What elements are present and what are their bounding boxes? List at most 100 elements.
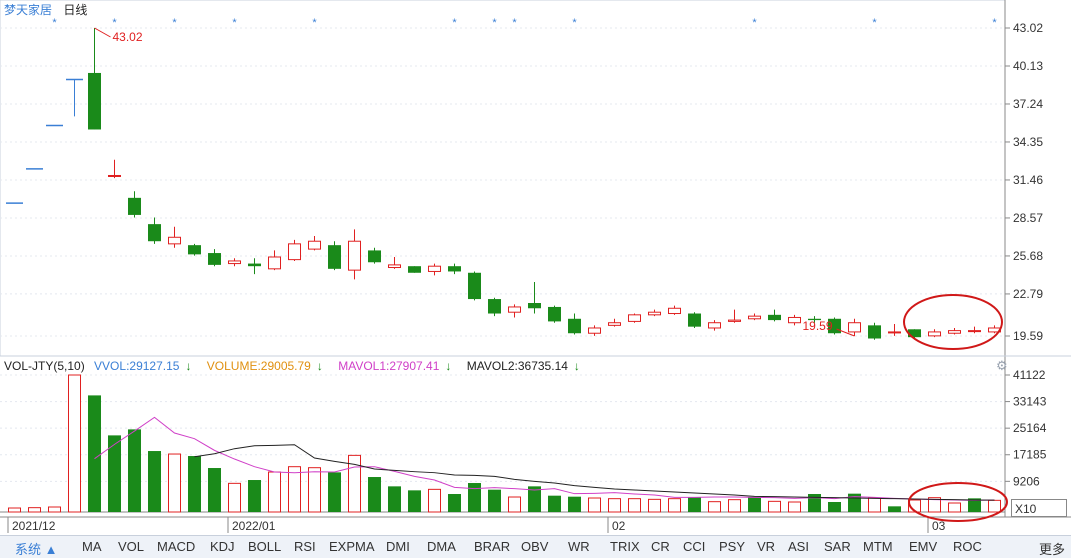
volume-bar[interactable] [248,480,261,512]
volume-bar[interactable] [308,467,321,513]
volume-bar[interactable] [948,502,961,513]
candle[interactable] [508,304,521,318]
tab-更多[interactable]: 更多 [1039,539,1065,558]
candle[interactable] [248,258,261,275]
stock-name[interactable]: 梦天家居 [4,3,52,17]
candle[interactable] [228,258,241,267]
volume-bar[interactable] [8,507,21,513]
candle[interactable] [768,309,781,322]
candle[interactable] [788,314,801,326]
volume-bar[interactable] [88,395,101,512]
candle[interactable] [628,313,641,323]
tab-dma[interactable]: DMA [427,539,456,554]
volume-bar[interactable] [428,488,441,513]
candle[interactable] [868,322,881,340]
volume-bar[interactable] [488,489,501,512]
candle[interactable] [428,263,441,276]
candle[interactable] [668,305,681,315]
candle[interactable] [348,229,361,280]
candle[interactable] [88,28,101,130]
candle[interactable] [928,329,941,338]
volume-bar[interactable] [708,501,721,513]
tab-boll[interactable]: BOLL [248,539,281,554]
tab-emv[interactable]: EMV [909,539,937,554]
candle[interactable] [268,250,281,271]
volume-bar[interactable] [128,429,141,512]
volume-bar[interactable] [388,486,401,512]
candle[interactable] [608,318,621,327]
volume-bar[interactable] [868,497,881,513]
volume-bar[interactable] [408,490,421,512]
candle[interactable] [528,281,541,314]
candle[interactable] [848,318,861,336]
tab-cci[interactable]: CCI [683,539,705,554]
candle[interactable] [308,235,321,251]
candle[interactable] [468,271,481,301]
volume-bar[interactable] [268,471,281,513]
volume-bar[interactable] [828,502,841,512]
volume-bar[interactable] [108,435,121,512]
tab-wr[interactable]: WR [568,539,590,554]
tab-mtm[interactable]: MTM [863,539,893,554]
candle[interactable] [188,243,201,256]
candlestick-series[interactable] [6,28,1001,340]
tab-obv[interactable]: OBV [521,539,548,554]
candle[interactable] [288,239,301,261]
candle[interactable] [488,297,501,317]
candle[interactable] [168,226,181,248]
volume-bar[interactable] [68,374,81,513]
volume-bar[interactable] [888,506,901,512]
candle[interactable] [448,263,461,275]
volume-bar[interactable] [748,497,761,512]
volume-bar[interactable] [648,498,661,513]
zoom-box[interactable]: X10 [1011,499,1067,517]
volume-bar[interactable] [468,483,481,512]
candle[interactable] [748,313,761,321]
candle[interactable] [368,247,381,264]
volume-bar[interactable] [228,482,241,513]
tab-kdj[interactable]: KDJ [210,539,235,554]
candle[interactable] [66,78,83,117]
settings-gear-icon[interactable]: ⚙ [996,359,1010,373]
volume-bar[interactable] [48,506,61,513]
candle[interactable] [888,324,901,336]
volume-bar-series[interactable] [8,374,1001,513]
indicator-name[interactable]: VOL-JTY(5,10) [4,359,85,373]
tab-expma[interactable]: EXPMA [329,539,375,554]
candle[interactable] [728,309,741,323]
tab-cr[interactable]: CR [651,539,670,554]
volume-bar[interactable] [148,451,161,512]
candle[interactable] [408,266,421,273]
tab-psy[interactable]: PSY [719,539,745,554]
candle[interactable] [108,159,121,179]
candle[interactable] [388,256,401,269]
tab-macd[interactable]: MACD [157,539,195,554]
candle[interactable] [708,320,721,331]
candle[interactable] [148,217,161,244]
tab-system[interactable]: 系统 ▲ [15,539,57,558]
candle[interactable] [208,249,221,267]
volume-bar[interactable] [608,498,621,513]
candle[interactable] [588,325,601,336]
volume-bar[interactable] [288,466,301,513]
volume-bar[interactable] [668,498,681,513]
volume-bar[interactable] [808,494,821,512]
tab-roc[interactable]: ROC [953,539,982,554]
candle[interactable] [548,305,561,323]
volume-bar[interactable] [628,498,641,513]
volume-bar[interactable] [188,456,201,512]
period-label[interactable]: 日线 [63,3,87,17]
tab-brar[interactable]: BRAR [474,539,510,554]
volume-bar[interactable] [768,500,781,513]
volume-bar[interactable] [988,499,1001,513]
volume-bar[interactable] [328,472,341,512]
tab-ma[interactable]: MA [82,539,102,554]
candle[interactable] [568,313,581,335]
volume-bar[interactable] [508,496,521,513]
tab-dmi[interactable]: DMI [386,539,410,554]
tab-vr[interactable]: VR [757,539,775,554]
tab-sar[interactable]: SAR [824,539,851,554]
volume-bar[interactable] [448,494,461,512]
volume-bar[interactable] [568,496,581,512]
volume-bar[interactable] [688,497,701,512]
